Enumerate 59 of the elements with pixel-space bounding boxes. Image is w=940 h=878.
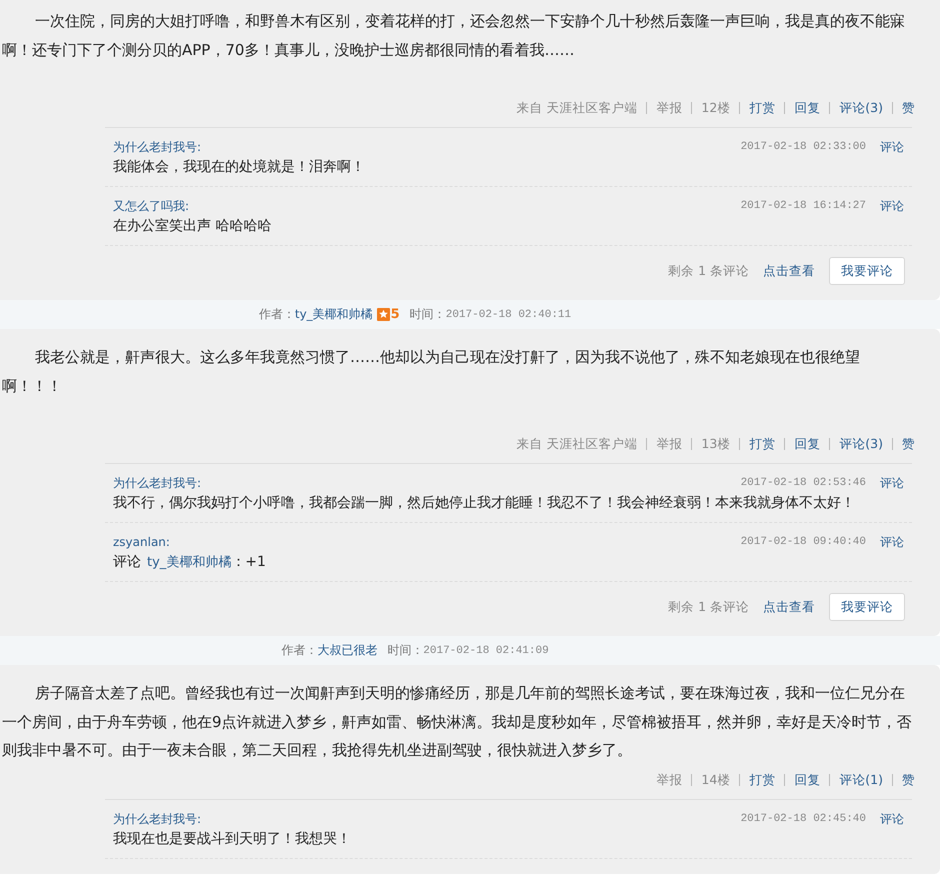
post-text: 房子隔音太差了点吧。曾经我也有过一次闻鼾声到天明的惨痛经历，那是几年前的驾照长途考试，要在珠海过夜，我和一位仁兄分在一个房间，由于舟车劳顿，他在9点许就进入梦乡，鼾声如雷、畅快淋漓。我却是度秒如年，尽管棉被捂耳，然并卵，幸好是天冷时节，否则我非中暑不可。由于一夜未合眼，第二天回程，我抢得先机坐进副驾驶，很快就进入梦乡了。	[1, 683, 913, 761]
action-link[interactable]: 评论(1)	[829, 774, 892, 786]
comment-user[interactable]: zsyanlan:	[113, 535, 741, 549]
post-info: 举报	[655, 774, 684, 786]
action-link[interactable]: 打赏	[739, 774, 784, 786]
action-link[interactable]: 回复	[784, 102, 830, 114]
post-info: 14楼	[691, 774, 740, 786]
view-link[interactable]: 点击查看	[763, 598, 815, 616]
author-label: 作者：	[281, 642, 318, 659]
post-info: 来自 天涯社区客户端	[515, 438, 638, 450]
mention-link[interactable]: ty_美椰和帅橘	[147, 555, 232, 570]
time-label: 时间：	[410, 306, 446, 323]
level-badge: 5	[376, 307, 400, 322]
comment-time: 2017-02-18 02:33:00	[740, 141, 866, 153]
post-info: 来自 天涯社区客户端	[515, 102, 638, 114]
comment-user[interactable]: 又怎么了吗我:	[113, 198, 741, 214]
comment-link[interactable]: 评论	[880, 474, 904, 492]
post-info: 13楼	[691, 438, 740, 450]
comment-text: 评论 ty_美椰和帅橘：+1	[113, 553, 267, 572]
comment-link[interactable]: 评论	[880, 534, 904, 550]
view-link[interactable]: 点击查看	[763, 262, 815, 280]
action-link[interactable]: 打赏	[739, 438, 784, 450]
post-time: 2017-02-18 02:40:11	[446, 308, 572, 320]
author-label: 作者：	[258, 306, 295, 323]
post-text: 我老公就是，鼾声很大。这么多年我竟然习惯了……他却以为自己现在没打鼾了，因为我不说他了，殊不知老娘现在也很绝望啊！！！	[1, 347, 861, 396]
comment-text: 我能体会，我现在的处境就是！泪奔啊！	[113, 158, 366, 177]
remaining-count: 剩余 1 条评论	[668, 598, 749, 616]
author-name[interactable]: ty_美椰和帅橘	[294, 306, 373, 323]
comment-user[interactable]: 为什么老封我号:	[113, 138, 741, 156]
post-info: 举报	[646, 102, 692, 114]
comment-user[interactable]: 为什么老封我号:	[113, 474, 741, 492]
comment-link[interactable]: 评论	[880, 198, 904, 214]
comment-text: 我不行，偶尔我妈打个小呼噜，我都会踹一脚，然后她停止我才能睡！我忍不了！我会神经衰弱！本来我就身体不太好！	[113, 494, 856, 513]
action-link[interactable]: 回复	[784, 438, 830, 450]
action-link[interactable]: 评论(3)	[829, 102, 892, 114]
comment-text: 我现在也是要战斗到天明了！我想哭！	[113, 830, 352, 849]
comment-link[interactable]: 评论	[880, 810, 904, 828]
comment-button[interactable]: 我要评论	[829, 593, 905, 621]
comment-time: 2017-02-18 09:40:40	[740, 536, 866, 548]
action-link[interactable]: 赞	[892, 102, 915, 114]
comment-text: 在办公室笑出声 哈哈哈哈	[113, 217, 272, 236]
comment-link[interactable]: 评论	[880, 138, 904, 156]
comment-time: 2017-02-18 02:45:40	[740, 813, 866, 825]
comment-button[interactable]: 我要评论	[829, 257, 905, 285]
remaining-count: 剩余 1 条评论	[668, 262, 749, 280]
action-link[interactable]: 评论(3)	[829, 438, 892, 450]
comment-time: 2017-02-18 16:14:27	[740, 200, 866, 212]
comment-user[interactable]: 为什么老封我号:	[113, 810, 741, 828]
time-label: 时间：	[387, 642, 424, 659]
post-text: 一次住院，同房的大姐打呼噜，和野兽木有区别，变着花样的打，还会忽然一下安静个几十秒然后轰隆一声巨响，我是真的夜不能寐啊！还专门下了个测分贝的APP，70多！真事儿，没晚护士巡房都很同情的看着我……	[1, 11, 906, 60]
author-name[interactable]: 大叔已很老	[317, 642, 378, 659]
action-link[interactable]: 赞	[892, 438, 915, 450]
action-link[interactable]: 回复	[784, 774, 830, 786]
post-info: 举报	[646, 438, 692, 450]
comment-time: 2017-02-18 02:53:46	[740, 477, 866, 489]
post-time: 2017-02-18 02:41:09	[423, 644, 549, 656]
action-link[interactable]: 赞	[892, 774, 915, 786]
post-info: 12楼	[691, 102, 740, 114]
action-link[interactable]: 打赏	[739, 102, 784, 114]
